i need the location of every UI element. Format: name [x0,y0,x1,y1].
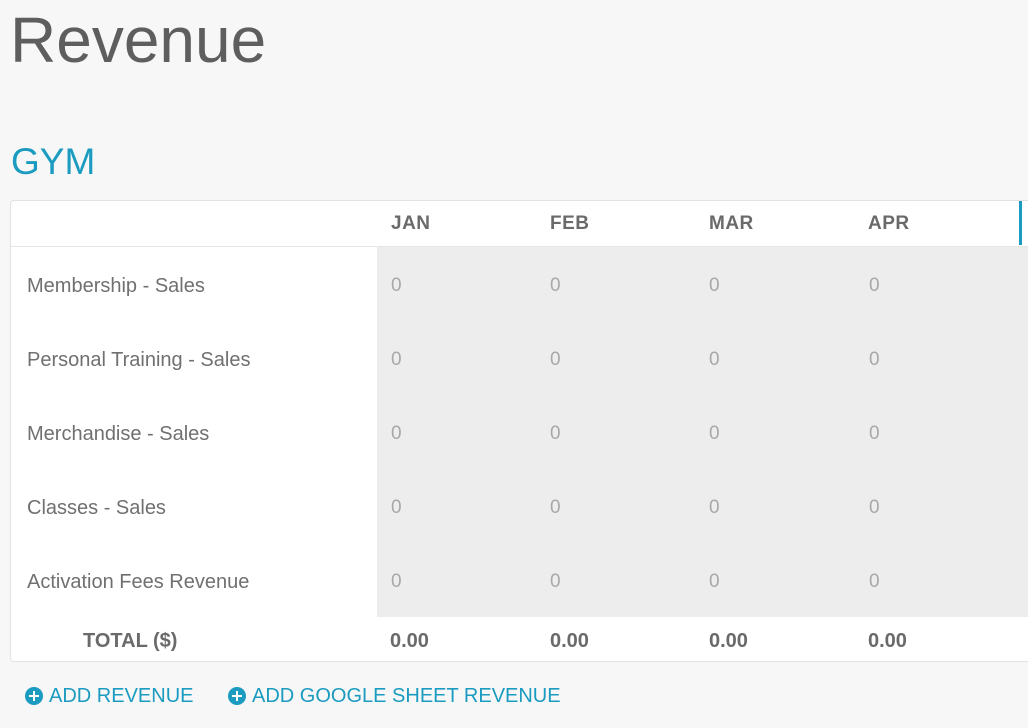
cell-input[interactable]: 0 [709,496,720,520]
cell-input[interactable]: 0 [391,496,402,520]
add-google-sheet-revenue-button[interactable]: ADD GOOGLE SHEET REVENUE [228,684,561,708]
cell-input[interactable]: 0 [869,274,880,298]
table-cells-area [377,247,1028,617]
total-value: 0.00 [550,630,589,652]
cell-input[interactable]: 0 [869,496,880,520]
row-label: Personal Training - Sales [27,349,251,371]
cell-input[interactable]: 0 [550,348,561,372]
page-title: Revenue [10,4,267,76]
revenue-table: JAN FEB MAR APR Membership - Sales 0 0 0… [10,200,1028,662]
plus-circle-icon [25,687,43,705]
plus-circle-icon [228,687,246,705]
cell-input[interactable]: 0 [709,422,720,446]
cell-input[interactable]: 0 [391,570,402,594]
cell-input[interactable]: 0 [709,348,720,372]
table-header-row: JAN FEB MAR APR [11,201,1028,247]
column-header-jan: JAN [391,213,431,234]
total-label: TOTAL ($) [83,630,178,652]
cell-input[interactable]: 0 [709,274,720,298]
cell-input[interactable]: 0 [550,422,561,446]
add-revenue-label: ADD REVENUE [49,685,194,707]
section-title: GYM [11,141,96,182]
cell-input[interactable]: 0 [391,348,402,372]
row-label: Activation Fees Revenue [27,571,250,593]
total-value: 0.00 [390,630,429,652]
row-label: Membership - Sales [27,275,205,297]
add-google-sheet-revenue-label: ADD GOOGLE SHEET REVENUE [252,685,561,707]
cell-input[interactable]: 0 [869,422,880,446]
column-header-apr: APR [868,213,910,234]
column-header-mar: MAR [709,213,754,234]
cell-input[interactable]: 0 [550,570,561,594]
cell-input[interactable]: 0 [391,422,402,446]
cell-input[interactable]: 0 [550,274,561,298]
row-label: Classes - Sales [27,497,166,519]
add-revenue-button[interactable]: ADD REVENUE [25,684,193,708]
cell-input[interactable]: 0 [391,274,402,298]
column-header-feb: FEB [550,213,590,234]
row-label: Merchandise - Sales [27,423,210,445]
total-value: 0.00 [709,630,748,652]
cell-input[interactable]: 0 [709,570,720,594]
horizontal-scroll-indicator[interactable] [1019,201,1022,245]
total-value: 0.00 [868,630,907,652]
cell-input[interactable]: 0 [869,348,880,372]
cell-input[interactable]: 0 [869,570,880,594]
cell-input[interactable]: 0 [550,496,561,520]
